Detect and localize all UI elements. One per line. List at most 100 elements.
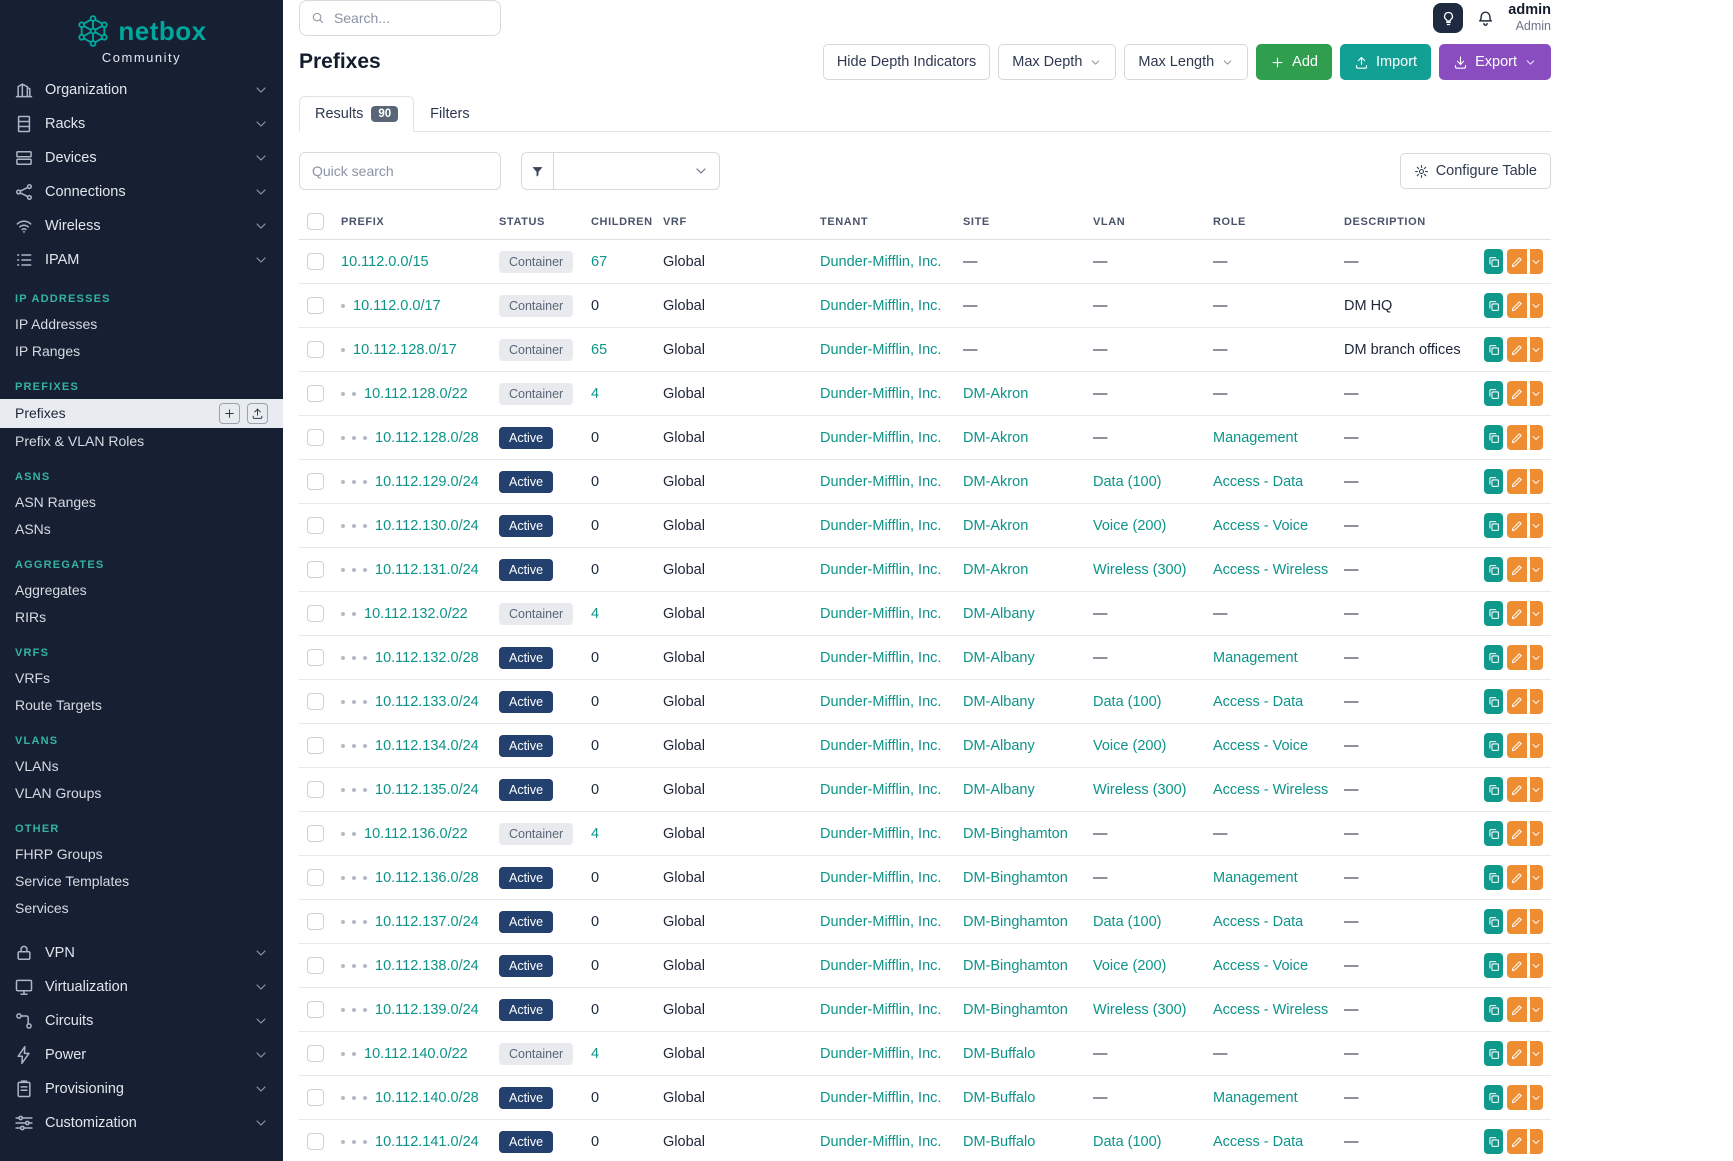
filter-button[interactable] bbox=[521, 152, 554, 190]
role-link[interactable]: Management bbox=[1213, 870, 1298, 886]
site-link[interactable]: DM-Akron bbox=[963, 518, 1028, 534]
role-link[interactable]: Management bbox=[1213, 430, 1298, 446]
edit-dropdown-button[interactable] bbox=[1530, 381, 1543, 406]
edit-dropdown-button[interactable] bbox=[1530, 601, 1543, 626]
clone-button[interactable] bbox=[1484, 425, 1503, 450]
sidebar-import-prefix-button[interactable] bbox=[247, 403, 268, 424]
tenant-link[interactable]: Dunder-Mifflin, Inc. bbox=[820, 870, 941, 886]
edit-dropdown-button[interactable] bbox=[1530, 293, 1543, 318]
prefix-link[interactable]: 10.112.140.0/28 bbox=[375, 1090, 479, 1106]
role-link[interactable]: Management bbox=[1213, 650, 1298, 666]
row-checkbox[interactable] bbox=[307, 429, 324, 446]
column-header-site[interactable]: SITE bbox=[955, 204, 1085, 240]
add-button[interactable]: Add bbox=[1256, 44, 1332, 80]
clone-button[interactable] bbox=[1484, 513, 1503, 538]
sidebar-item-vlans[interactable]: VLANs bbox=[0, 753, 283, 780]
edit-button[interactable] bbox=[1507, 645, 1526, 670]
prefix-link[interactable]: 10.112.134.0/24 bbox=[375, 738, 479, 754]
sidebar-item-asn-ranges[interactable]: ASN Ranges bbox=[0, 489, 283, 516]
site-link[interactable]: DM-Akron bbox=[963, 474, 1028, 490]
role-link[interactable]: Access - Voice bbox=[1213, 958, 1308, 974]
children-count-link[interactable]: 4 bbox=[591, 386, 599, 402]
role-link[interactable]: Access - Data bbox=[1213, 694, 1303, 710]
tenant-link[interactable]: Dunder-Mifflin, Inc. bbox=[820, 782, 941, 798]
edit-dropdown-button[interactable] bbox=[1530, 689, 1543, 714]
role-link[interactable]: Access - Data bbox=[1213, 1134, 1303, 1150]
column-header-role[interactable]: ROLE bbox=[1205, 204, 1336, 240]
clone-button[interactable] bbox=[1484, 733, 1503, 758]
row-checkbox[interactable] bbox=[307, 1089, 324, 1106]
tenant-link[interactable]: Dunder-Mifflin, Inc. bbox=[820, 1046, 941, 1062]
site-link[interactable]: DM-Albany bbox=[963, 738, 1035, 754]
tenant-link[interactable]: Dunder-Mifflin, Inc. bbox=[820, 914, 941, 930]
site-link[interactable]: DM-Akron bbox=[963, 562, 1028, 578]
edit-button[interactable] bbox=[1507, 733, 1526, 758]
edit-dropdown-button[interactable] bbox=[1530, 953, 1543, 978]
row-checkbox[interactable] bbox=[307, 341, 324, 358]
vlan-link[interactable]: Wireless (300) bbox=[1093, 1002, 1186, 1018]
sidebar-nav-virtualization[interactable]: Virtualization bbox=[0, 970, 283, 1004]
vlan-link[interactable]: Data (100) bbox=[1093, 474, 1162, 490]
sidebar-item-rirs[interactable]: RIRs bbox=[0, 604, 283, 631]
row-checkbox[interactable] bbox=[307, 253, 324, 270]
edit-dropdown-button[interactable] bbox=[1530, 469, 1543, 494]
edit-dropdown-button[interactable] bbox=[1530, 337, 1543, 362]
vlan-link[interactable]: Voice (200) bbox=[1093, 518, 1166, 534]
edit-button[interactable] bbox=[1507, 953, 1526, 978]
edit-button[interactable] bbox=[1507, 777, 1526, 802]
site-link[interactable]: DM-Albany bbox=[963, 606, 1035, 622]
clone-button[interactable] bbox=[1484, 1041, 1503, 1066]
tenant-link[interactable]: Dunder-Mifflin, Inc. bbox=[820, 386, 941, 402]
edit-button[interactable] bbox=[1507, 997, 1526, 1022]
clone-button[interactable] bbox=[1484, 293, 1503, 318]
children-count-link[interactable]: 4 bbox=[591, 826, 599, 842]
clone-button[interactable] bbox=[1484, 689, 1503, 714]
row-checkbox[interactable] bbox=[307, 957, 324, 974]
row-checkbox[interactable] bbox=[307, 781, 324, 798]
notifications-button[interactable] bbox=[1476, 9, 1495, 28]
role-link[interactable]: Access - Data bbox=[1213, 474, 1303, 490]
global-search[interactable] bbox=[299, 0, 501, 36]
clone-button[interactable] bbox=[1484, 557, 1503, 582]
column-header-prefix[interactable]: PREFIX bbox=[333, 204, 491, 240]
sidebar-item-fhrp-groups[interactable]: FHRP Groups bbox=[0, 841, 283, 868]
select-all-checkbox[interactable] bbox=[307, 213, 324, 230]
sidebar-add-prefix-button[interactable] bbox=[219, 403, 240, 424]
sidebar-nav-wireless[interactable]: Wireless bbox=[0, 209, 283, 243]
edit-button[interactable] bbox=[1507, 909, 1526, 934]
edit-dropdown-button[interactable] bbox=[1530, 1085, 1543, 1110]
max-length-dropdown[interactable]: Max Length bbox=[1124, 44, 1248, 80]
column-header-description[interactable]: DESCRIPTION bbox=[1336, 204, 1476, 240]
site-link[interactable]: DM-Buffalo bbox=[963, 1134, 1035, 1150]
edit-button[interactable] bbox=[1507, 689, 1526, 714]
export-dropdown[interactable]: Export bbox=[1439, 44, 1551, 80]
tenant-link[interactable]: Dunder-Mifflin, Inc. bbox=[820, 606, 941, 622]
row-checkbox[interactable] bbox=[307, 869, 324, 886]
user-menu[interactable]: admin Admin bbox=[1508, 1, 1551, 35]
site-link[interactable]: DM-Buffalo bbox=[963, 1046, 1035, 1062]
role-link[interactable]: Access - Data bbox=[1213, 914, 1303, 930]
site-link[interactable]: DM-Albany bbox=[963, 782, 1035, 798]
sidebar-item-aggregates[interactable]: Aggregates bbox=[0, 577, 283, 604]
role-link[interactable]: Access - Wireless bbox=[1213, 782, 1328, 798]
row-checkbox[interactable] bbox=[307, 517, 324, 534]
edit-button[interactable] bbox=[1507, 381, 1526, 406]
row-checkbox[interactable] bbox=[307, 693, 324, 710]
children-count-link[interactable]: 67 bbox=[591, 254, 607, 270]
edit-button[interactable] bbox=[1507, 1085, 1526, 1110]
tenant-link[interactable]: Dunder-Mifflin, Inc. bbox=[820, 298, 941, 314]
sidebar-nav-circuits[interactable]: Circuits bbox=[0, 1004, 283, 1038]
row-checkbox[interactable] bbox=[307, 825, 324, 842]
role-link[interactable]: Access - Wireless bbox=[1213, 562, 1328, 578]
tab-filters[interactable]: Filters bbox=[414, 96, 485, 132]
prefix-link[interactable]: 10.112.136.0/28 bbox=[375, 870, 479, 886]
sidebar-nav-customization[interactable]: Customization bbox=[0, 1106, 283, 1140]
column-header-vlan[interactable]: VLAN bbox=[1085, 204, 1205, 240]
site-link[interactable]: DM-Buffalo bbox=[963, 1090, 1035, 1106]
vlan-link[interactable]: Data (100) bbox=[1093, 914, 1162, 930]
prefix-link[interactable]: 10.112.131.0/24 bbox=[375, 562, 479, 578]
quick-search-input[interactable] bbox=[299, 152, 501, 190]
edit-button[interactable] bbox=[1507, 1041, 1526, 1066]
max-depth-dropdown[interactable]: Max Depth bbox=[998, 44, 1116, 80]
hide-depth-indicators-button[interactable]: Hide Depth Indicators bbox=[823, 44, 990, 80]
